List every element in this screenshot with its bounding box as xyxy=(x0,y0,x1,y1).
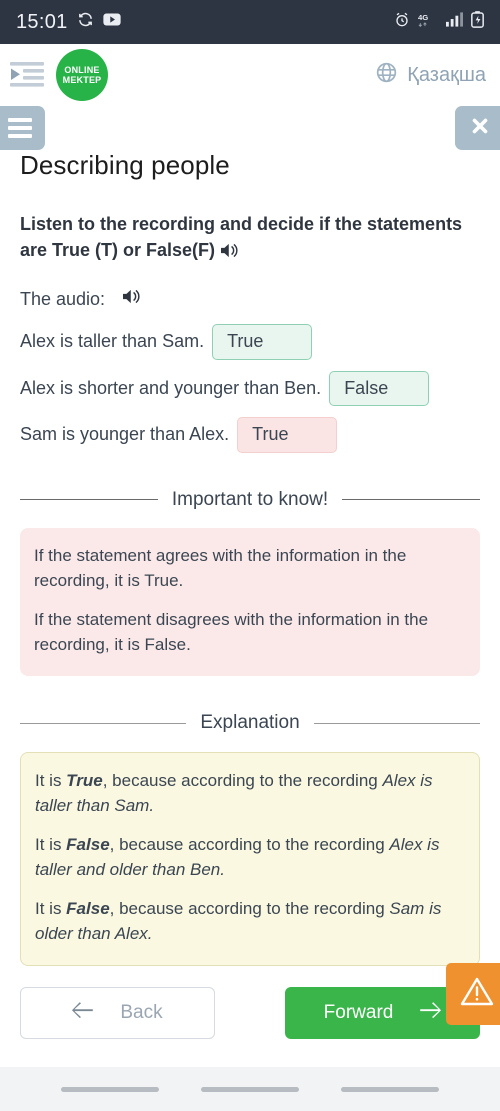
alarm-icon xyxy=(394,12,410,33)
phone-screen: 15:01 4G ONLINE MEKTEP Қазақша Describin… xyxy=(0,0,500,1111)
answer-box[interactable]: False xyxy=(329,370,430,407)
explanation-item: It is False, because according to the re… xyxy=(35,833,465,883)
explanation-verdict: False xyxy=(66,834,110,854)
android-nav-bar xyxy=(0,1067,500,1111)
back-label: Back xyxy=(120,1002,163,1023)
answer-box[interactable]: True xyxy=(237,417,338,453)
logo-line-1: ONLINE xyxy=(64,64,100,75)
online-mektep-logo[interactable]: ONLINE MEKTEP xyxy=(56,49,108,101)
network-4g-icon: 4G xyxy=(418,12,438,33)
speaker-icon[interactable] xyxy=(221,240,240,266)
menu-toggle-button[interactable] xyxy=(0,106,45,150)
divider-line-right xyxy=(342,499,481,500)
back-button[interactable]: Back xyxy=(20,987,215,1039)
audio-row: The audio: xyxy=(20,288,480,310)
explanation-middle: , because according to the recording xyxy=(109,834,390,854)
battery-icon xyxy=(471,11,484,33)
close-icon xyxy=(469,115,491,142)
arrow-right-icon xyxy=(419,1002,442,1024)
statement-text: Alex is shorter and younger than Ben. xyxy=(20,377,322,398)
signal-bars-icon xyxy=(446,12,463,32)
statement-text: Sam is younger than Alex. xyxy=(20,424,230,445)
explanation-lead: It is xyxy=(35,834,67,854)
audio-play-speaker-icon[interactable] xyxy=(123,288,142,310)
status-bar-right: 4G xyxy=(394,11,484,33)
svg-text:4G: 4G xyxy=(418,13,428,22)
divider-line-left xyxy=(20,722,187,724)
nav-recents-button[interactable] xyxy=(61,1086,159,1092)
report-problem-button[interactable] xyxy=(446,963,500,1025)
statement-row: Sam is younger than Alex. True xyxy=(20,417,480,453)
audio-label: The audio: xyxy=(20,288,106,309)
task-prompt: Listen to the recording and decide if th… xyxy=(20,211,480,266)
lesson-content: Describing people Listen to the recordin… xyxy=(0,150,500,966)
divider-line-left xyxy=(20,499,158,500)
forward-label: Forward xyxy=(323,1002,394,1023)
important-paragraph: If the statement agrees with the informa… xyxy=(34,546,407,591)
explanation-middle: , because according to the recording xyxy=(109,898,390,918)
task-prompt-text: Listen to the recording and decide if th… xyxy=(20,214,463,261)
explanation-verdict: True xyxy=(66,770,103,790)
sync-icon xyxy=(77,11,94,33)
close-button[interactable] xyxy=(455,106,500,150)
globe-icon xyxy=(375,61,398,89)
statement-row: Alex is shorter and younger than Ben. Fa… xyxy=(20,370,480,407)
important-paragraph: If the statement disagrees with the info… xyxy=(34,610,429,655)
nav-back-button[interactable] xyxy=(341,1086,439,1092)
indent-list-icon[interactable] xyxy=(10,60,44,90)
status-time: 15:01 xyxy=(16,10,68,33)
explanation-middle: , because according to the recording xyxy=(102,770,383,790)
arrow-left-icon xyxy=(72,1002,94,1024)
explanation-lead: It is xyxy=(35,898,67,918)
explanation-box: It is True, because according to the rec… xyxy=(20,751,480,966)
statement-text: Alex is taller than Sam. xyxy=(20,331,205,352)
page-title: Describing people xyxy=(20,150,230,180)
answer-box[interactable]: True xyxy=(212,324,313,360)
important-box: If the statement agrees with the informa… xyxy=(20,528,480,677)
statement-row: Alex is taller than Sam. True xyxy=(20,324,480,360)
app-header: ONLINE MEKTEP Қазақша xyxy=(0,44,500,106)
divider-line-right xyxy=(313,722,481,724)
nav-home-button[interactable] xyxy=(201,1086,299,1092)
footer-navigation: Back Forward xyxy=(0,963,500,1039)
explanation-divider-label: Explanation xyxy=(200,712,300,734)
status-bar-left: 15:01 xyxy=(16,11,121,34)
explanation-divider: Explanation xyxy=(20,710,481,736)
hamburger-icon xyxy=(8,118,32,138)
important-divider: Important to know! xyxy=(20,487,481,513)
control-row xyxy=(0,106,500,154)
explanation-item: It is False, because according to the re… xyxy=(35,897,465,947)
explanation-item: It is True, because according to the rec… xyxy=(35,769,465,819)
explanation-verdict: False xyxy=(66,898,110,918)
important-divider-label: Important to know! xyxy=(171,488,329,510)
language-label: Қазақша xyxy=(407,63,486,86)
status-bar: 15:01 4G xyxy=(0,0,500,44)
logo-line-2: MEKTEP xyxy=(62,75,102,85)
explanation-lead: It is xyxy=(35,770,67,790)
youtube-icon xyxy=(102,13,121,31)
warning-triangle-icon xyxy=(460,976,494,1012)
language-switcher[interactable]: Қазақша xyxy=(375,61,486,89)
